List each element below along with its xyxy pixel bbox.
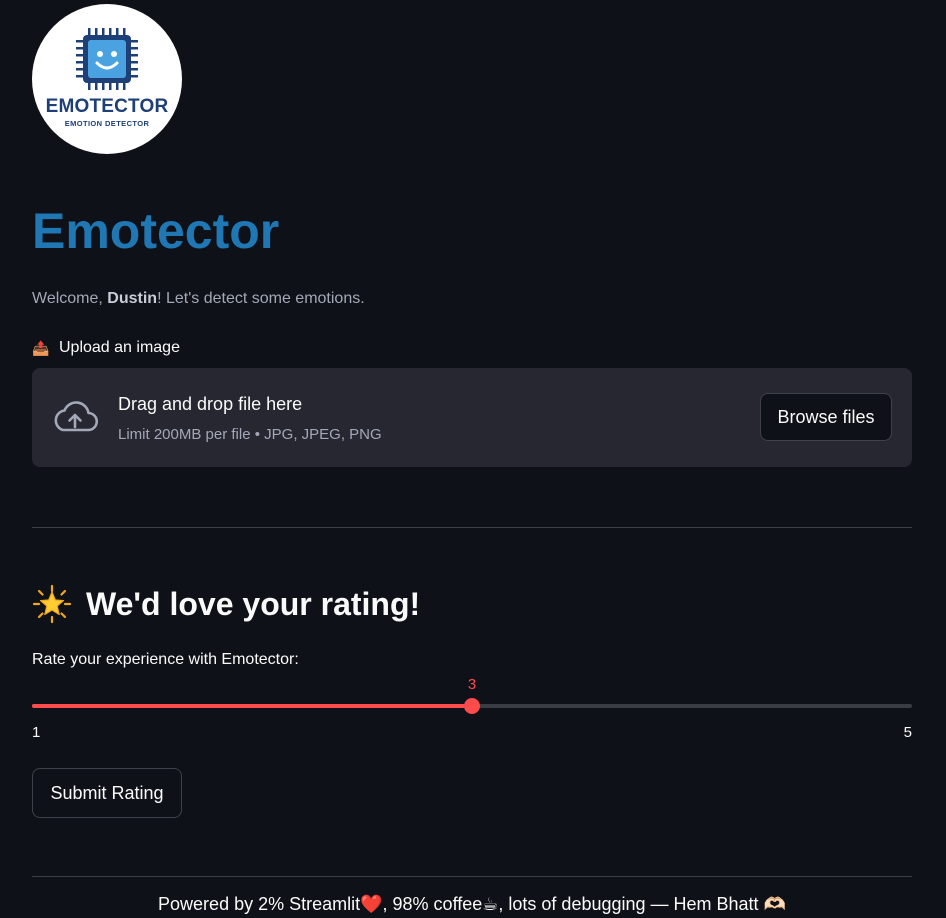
page-title: Emotector [32, 203, 280, 259]
file-dropzone[interactable]: Drag and drop file here Limit 200MB per … [32, 368, 912, 467]
rating-heading: We'd love your rating! [32, 584, 420, 624]
glowing-star-icon [32, 584, 72, 624]
slider-min-label: 1 [32, 724, 41, 741]
welcome-message: Welcome, Dustin! Let's detect some emoti… [32, 289, 365, 309]
footer-credit: Powered by 2% Streamlit❤️, 98% coffee☕, … [158, 894, 786, 914]
slider-filled-track [32, 704, 472, 708]
logo-tagline: EMOTION DETECTOR [64, 119, 150, 128]
logo-wordmark: EMOTECTOR [45, 96, 169, 117]
rating-heading-text: We'd love your rating! [86, 586, 421, 622]
slider-max-label: 5 [903, 724, 912, 741]
logo: EMOTECTOR EMOTION DETECTOR [32, 4, 182, 154]
section-divider [32, 527, 912, 528]
welcome-prefix: Welcome, [32, 290, 108, 307]
app-page: EMOTECTOR EMOTION DETECTOR Emotector Wel… [0, 0, 946, 918]
slider-current-value: 3 [467, 676, 477, 693]
upload-label: 📤 Upload an image [32, 338, 180, 358]
submit-rating-button[interactable]: Submit Rating [32, 768, 182, 818]
welcome-user-name: Dustin [107, 290, 158, 307]
welcome-suffix: ! Let's detect some emotions. [157, 290, 365, 307]
slider-thumb[interactable] [464, 698, 480, 714]
chip-face-icon [76, 28, 138, 90]
dropzone-limit-text: Limit 200MB per file • JPG, JPEG, PNG [118, 426, 382, 443]
dropzone-instructions: Drag and drop file here [118, 394, 303, 414]
browse-files-button[interactable]: Browse files [760, 393, 892, 441]
cloud-upload-icon [54, 401, 98, 432]
upload-label-text: Upload an image [59, 339, 180, 356]
footer-divider [32, 876, 912, 877]
rating-slider[interactable]: 3 1 5 [32, 676, 912, 741]
rating-slider-label: Rate your experience with Emotector: [32, 651, 299, 668]
outbox-tray-icon: 📤 [32, 340, 50, 356]
